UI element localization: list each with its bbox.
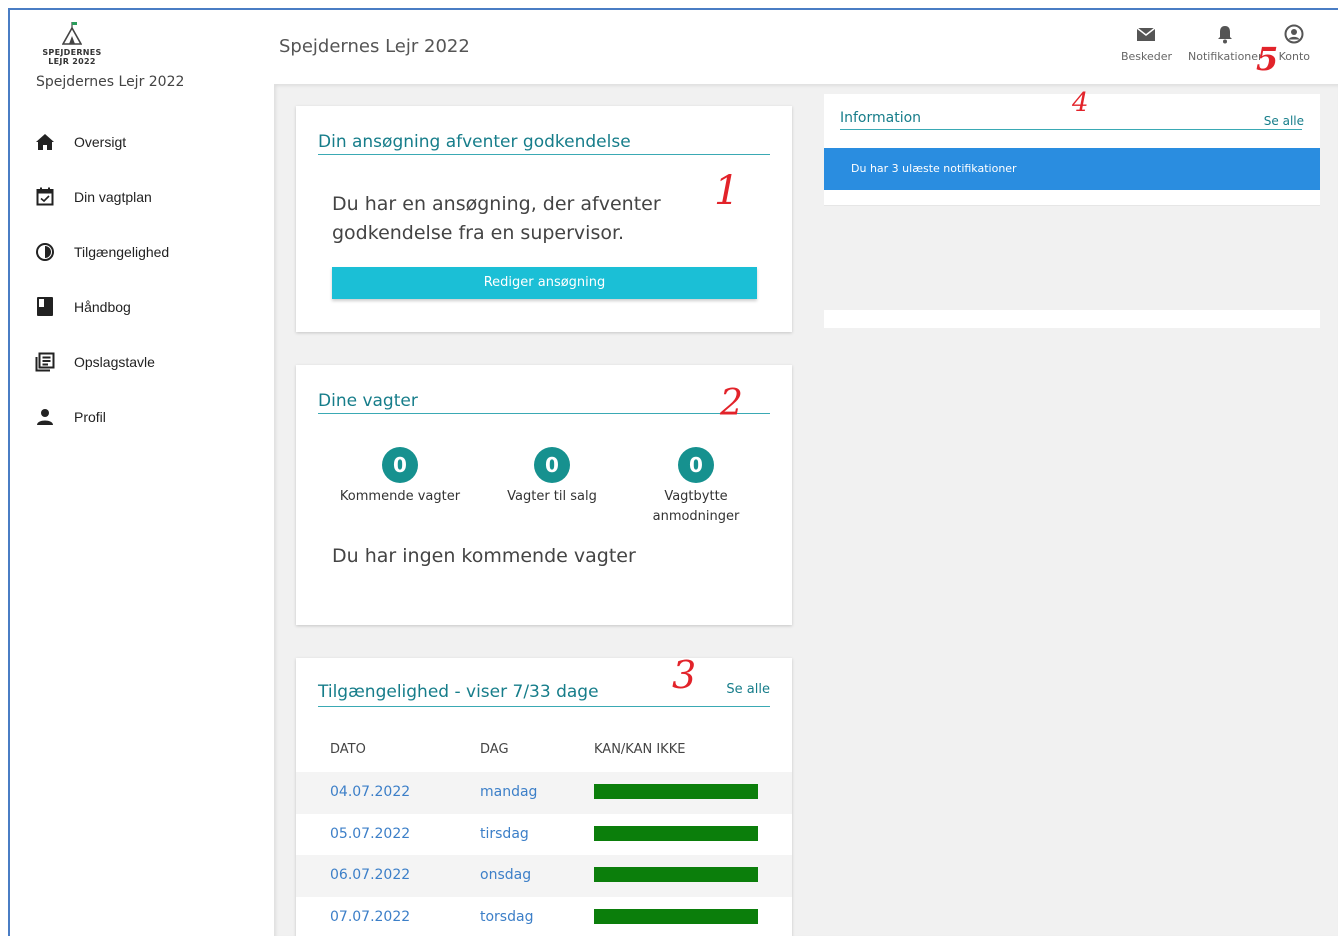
annotation-5: 5	[1256, 40, 1279, 78]
stat-shifts-for-sale[interactable]: 0 Vagter til salg	[482, 447, 622, 507]
column-header-date: DATO	[330, 742, 366, 757]
table-row[interactable]: 05.07.2022 tirsdag	[296, 814, 792, 856]
sidebar-item-label: Håndbog	[74, 298, 131, 315]
sidebar-item-label: Tilgængelighed	[74, 243, 170, 260]
top-actions: Beskeder Notifikationer Konto	[1105, 24, 1310, 63]
account-button[interactable]: Konto	[1279, 24, 1310, 63]
bell-icon	[1218, 26, 1233, 44]
main-content: Din ansøgning afventer godkendelse Du ha…	[274, 84, 1338, 936]
title-divider	[318, 413, 770, 414]
row-day: torsdag	[480, 909, 534, 925]
information-see-all-link[interactable]: Se alle	[1264, 114, 1304, 128]
title-divider	[318, 706, 770, 707]
mail-icon	[1137, 27, 1156, 41]
availability-see-all-link[interactable]: Se alle	[726, 682, 770, 697]
page-title: Spejdernes Lejr 2022	[279, 36, 470, 57]
application-card-title: Din ansøgning afventer godkendelse	[318, 132, 631, 152]
stat-upcoming-shifts[interactable]: 0 Kommende vagter	[330, 447, 470, 507]
row-day: onsdag	[480, 867, 532, 883]
table-row[interactable]: 07.07.2022 torsdag	[296, 897, 792, 936]
sidebar-item-opslagstavle[interactable]: Opslagstavle	[10, 334, 270, 389]
row-date: 04.07.2022	[330, 784, 411, 800]
sidebar-item-label: Opslagstavle	[74, 353, 155, 370]
stat-count-badge: 0	[382, 447, 418, 483]
application-card: Din ansøgning afventer godkendelse Du ha…	[296, 106, 792, 332]
annotation-2: 2	[720, 383, 743, 424]
information-card-footer	[824, 310, 1320, 328]
book-icon	[34, 296, 56, 318]
top-bar: Spejdernes Lejr 2022 Beskeder Notifikati…	[270, 10, 1338, 84]
title-divider	[840, 129, 1302, 130]
row-date: 06.07.2022	[330, 867, 411, 883]
sidebar: SPEJDERNES LEJR 2022 Spejdernes Lejr 202…	[10, 10, 270, 936]
column-header-day: DAG	[480, 742, 509, 757]
account-label: Konto	[1278, 50, 1310, 63]
row-day: mandag	[480, 784, 538, 800]
notifications-button[interactable]: Notifikationer	[1188, 24, 1263, 63]
stat-label: Vagtbytte anmodninger	[652, 489, 740, 524]
row-day: tirsdag	[480, 826, 529, 842]
sidebar-item-oversigt[interactable]: Oversigt	[10, 114, 270, 169]
application-message: Du har en ansøgning, der afventer godken…	[332, 193, 661, 244]
sidebar-item-profil[interactable]: Profil	[10, 389, 270, 444]
annotation-3: 3	[672, 653, 697, 697]
messages-button[interactable]: Beskeder	[1121, 24, 1172, 63]
tent-logo-icon	[62, 22, 82, 45]
table-row[interactable]: 06.07.2022 onsdag	[296, 855, 792, 897]
home-icon	[34, 131, 56, 153]
bulletin-board-icon	[34, 351, 56, 373]
table-header: DATO DAG KAN/KAN IKKE	[296, 742, 792, 762]
divider	[824, 205, 1320, 206]
notifications-label: Notifikationer	[1188, 50, 1263, 63]
sidebar-item-tilgaengelighed[interactable]: Tilgængelighed	[10, 224, 270, 279]
availability-bar	[594, 909, 758, 924]
availability-card-title: Tilgængelighed - viser 7/33 dage	[318, 682, 599, 702]
shifts-card: Dine vagter 0 Kommende vagter 0 Vagter t…	[296, 365, 792, 625]
availability-bar	[594, 826, 758, 841]
app-logo[interactable]: SPEJDERNES LEJR 2022	[36, 20, 108, 76]
column-header-availability: KAN/KAN IKKE	[594, 742, 686, 757]
edit-application-button[interactable]: Rediger ansøgning	[332, 267, 757, 299]
sidebar-item-haandbog[interactable]: Håndbog	[10, 279, 270, 334]
sidebar-item-label: Din vagtplan	[74, 188, 152, 205]
annotation-1: 1	[714, 168, 740, 214]
person-icon	[34, 406, 56, 428]
availability-clock-icon	[34, 241, 56, 263]
sidebar-item-din-vagtplan[interactable]: Din vagtplan	[10, 169, 270, 224]
sidebar-item-label: Oversigt	[74, 133, 127, 150]
messages-label: Beskeder	[1120, 50, 1173, 63]
information-card-title: Information	[840, 110, 922, 126]
title-divider	[318, 154, 770, 155]
account-circle-icon	[1284, 24, 1304, 44]
shifts-card-title: Dine vagter	[318, 391, 418, 411]
unread-notifications-banner[interactable]: Du har 3 ulæste notifikationer	[824, 148, 1320, 190]
availability-bar	[594, 867, 758, 882]
no-shifts-message: Du har ingen kommende vagter	[332, 545, 636, 567]
row-date: 05.07.2022	[330, 826, 411, 842]
stat-count-badge: 0	[534, 447, 570, 483]
annotation-4: 4	[1072, 88, 1089, 118]
stat-label: Kommende vagter	[339, 489, 461, 504]
availability-bar	[594, 784, 758, 799]
sidebar-nav: Oversigt Din vagtplan Tilgængelighed Hån…	[10, 114, 270, 444]
table-row[interactable]: 04.07.2022 mandag	[296, 772, 792, 814]
logo-text: SPEJDERNES LEJR 2022	[42, 48, 102, 66]
availability-card: Tilgængelighed - viser 7/33 dage Se alle…	[296, 658, 792, 936]
stat-shift-swap-requests[interactable]: 0 Vagtbytte anmodninger	[626, 447, 766, 527]
app-name: Spejdernes Lejr 2022	[36, 74, 185, 90]
row-date: 07.07.2022	[330, 909, 411, 925]
stat-label: Vagter til salg	[507, 489, 597, 504]
stat-count-badge: 0	[678, 447, 714, 483]
sidebar-item-label: Profil	[74, 408, 106, 425]
calendar-check-icon	[34, 186, 56, 208]
